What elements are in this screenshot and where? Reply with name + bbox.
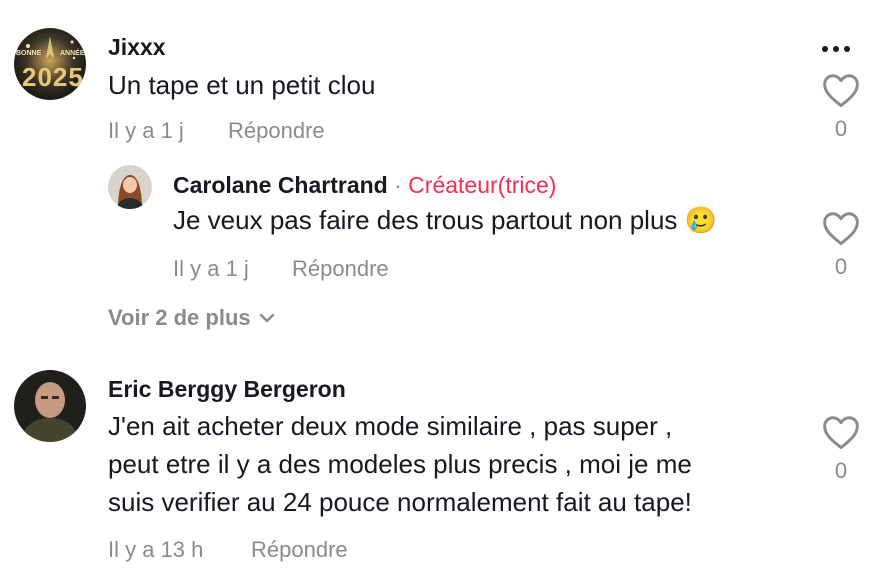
creator-badge: Créateur(trice) bbox=[408, 172, 557, 198]
comment-text-line: J'en ait acheter deux mode similaire , p… bbox=[108, 411, 673, 441]
comment-text-line: suis verifier au 24 pouce normalement fa… bbox=[108, 487, 692, 517]
comment-username[interactable]: Eric Berggy Bergeron bbox=[108, 376, 346, 403]
reply-button[interactable]: Répondre bbox=[228, 118, 325, 144]
more-options-icon[interactable] bbox=[822, 46, 850, 52]
reply-button[interactable]: Répondre bbox=[251, 537, 348, 563]
dot bbox=[844, 46, 850, 52]
avatar-eric[interactable] bbox=[14, 370, 86, 442]
avatar-text-2: ANNÉE bbox=[60, 50, 85, 57]
like-count: 0 bbox=[834, 116, 848, 141]
comment-timestamp: Il y a 1 j bbox=[108, 118, 184, 143]
reply-text: Je veux pas faire des trous partout non … bbox=[173, 205, 718, 235]
comment-text: Un tape et un petit clou bbox=[108, 70, 376, 100]
like-count: 0 bbox=[834, 254, 848, 279]
comment-timestamp: Il y a 13 h bbox=[108, 537, 204, 562]
reply-button[interactable]: Répondre bbox=[292, 256, 389, 282]
view-more-label: Voir 2 de plus bbox=[108, 305, 251, 330]
reply-username-line: Carolane Chartrand · Créateur(trice) bbox=[173, 172, 556, 199]
avatar-carolane[interactable] bbox=[108, 165, 152, 209]
dot bbox=[822, 46, 828, 52]
comment-text-line: peut etre il y a des modeles plus precis… bbox=[108, 449, 692, 479]
view-more-replies-button[interactable]: Voir 2 de plus bbox=[108, 305, 275, 331]
like-heart-icon[interactable] bbox=[821, 414, 861, 450]
comment-text: J'en ait acheter deux mode similaire , p… bbox=[108, 407, 692, 521]
comment-username[interactable]: Jixxx bbox=[108, 34, 166, 61]
like-heart-icon[interactable] bbox=[821, 210, 861, 246]
dot bbox=[833, 46, 839, 52]
separator-dot: · bbox=[394, 172, 402, 198]
like-count: 0 bbox=[834, 458, 848, 483]
reply-username[interactable]: Carolane Chartrand bbox=[173, 172, 388, 198]
like-heart-icon[interactable] bbox=[821, 72, 861, 108]
reply-timestamp: Il y a 1 j bbox=[173, 256, 249, 281]
chevron-down-icon bbox=[259, 313, 274, 323]
avatar-text-1: BONNE bbox=[16, 50, 42, 57]
avatar-text-3: 2025 bbox=[22, 62, 84, 92]
avatar-jixxx[interactable]: BONNE ANNÉE 2025 bbox=[14, 28, 86, 100]
